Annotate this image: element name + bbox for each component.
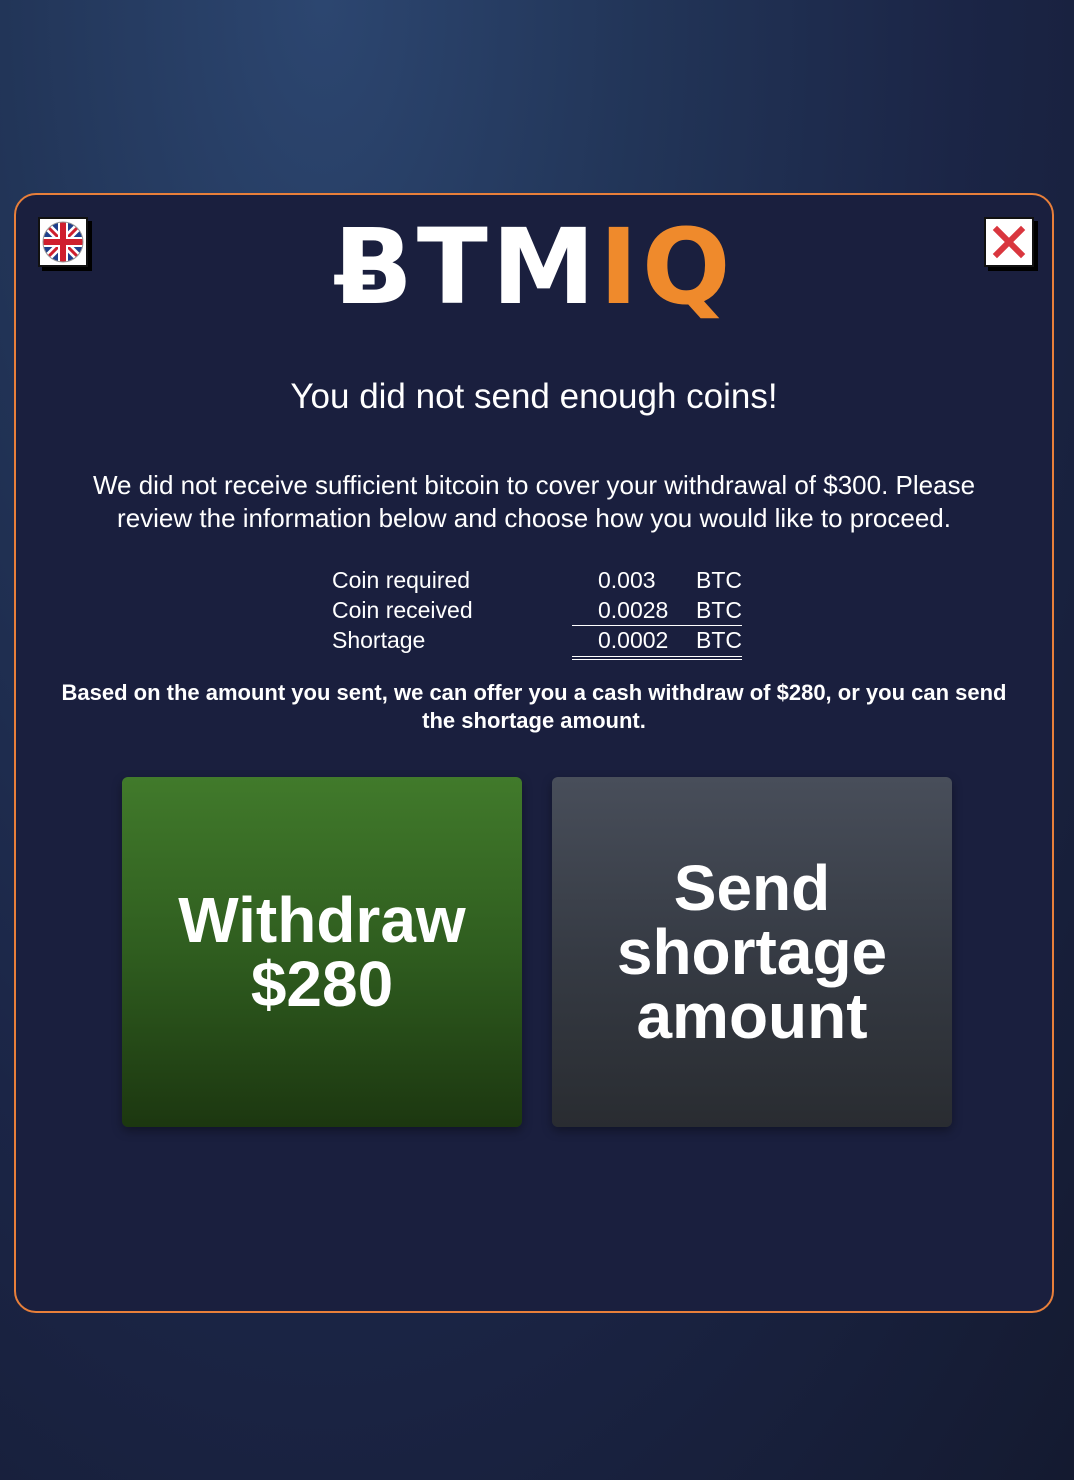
withdraw-button[interactable]: Withdraw $280 — [122, 777, 522, 1127]
dialog-title: You did not send enough coins! — [290, 377, 778, 416]
summary-unit: BTC — [696, 627, 742, 653]
offer-text: Based on the amount you sent, we can off… — [61, 680, 1007, 733]
send-shortage-button-label: Send shortage amount — [617, 856, 887, 1048]
send-label-line: shortage — [616, 916, 888, 988]
withdraw-label-line: Withdraw — [178, 884, 466, 956]
close-button[interactable] — [984, 217, 1034, 267]
summary-label: Shortage — [332, 627, 426, 653]
summary-unit: BTC — [696, 567, 742, 593]
send-shortage-button[interactable]: Send shortage amount — [552, 777, 952, 1127]
summary-label: Coin received — [332, 597, 473, 623]
send-label-line: Send — [673, 852, 831, 924]
summary-row-received: Coin received 0.0028 BTC — [332, 595, 762, 626]
summary-label: Coin required — [332, 567, 471, 593]
coin-summary-table: Coin required 0.003 BTC Coin received 0.… — [332, 565, 762, 660]
logo-suffix: IQ — [599, 206, 735, 328]
btmiq-logo: ɃTMIQ — [16, 207, 1052, 327]
logo-prefix: ɃTM — [333, 206, 600, 328]
summary-value: 0.003 — [598, 567, 656, 593]
summary-value: 0.0028 — [598, 597, 669, 623]
withdraw-button-label: Withdraw $280 — [178, 888, 465, 1016]
summary-value: 0.0002 — [598, 627, 669, 653]
summary-row-required: Coin required 0.003 BTC — [332, 565, 762, 595]
summary-total-rule — [572, 659, 742, 660]
send-label-line: amount — [636, 980, 868, 1052]
shortage-dialog: ɃTMIQ You did not send enough coins! We … — [14, 193, 1054, 1313]
summary-row-shortage: Shortage 0.0002 BTC — [332, 625, 762, 660]
summary-unit: BTC — [696, 597, 742, 623]
withdraw-amount: $280 — [250, 948, 394, 1020]
close-icon — [992, 225, 1026, 259]
dialog-message: We did not receive sufficient bitcoin to… — [92, 470, 976, 533]
summary-total-rule — [572, 656, 742, 657]
